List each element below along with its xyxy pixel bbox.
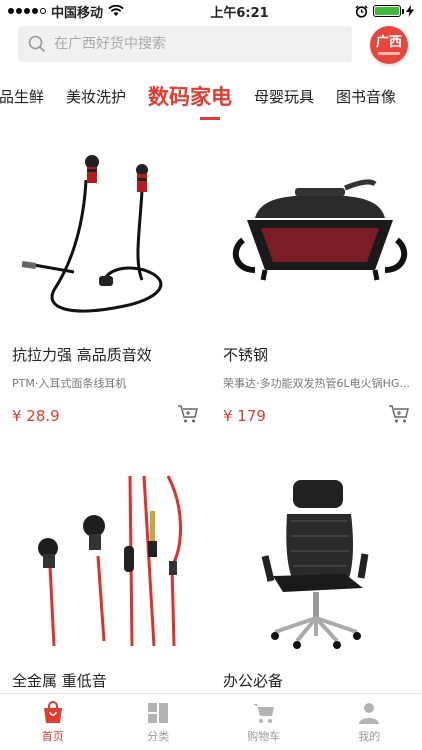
search-input[interactable] [54, 36, 334, 52]
status-bar-left: 中国移动 [8, 2, 124, 21]
add-to-cart-icon[interactable] [177, 404, 199, 424]
office-chair-product-image [261, 480, 369, 649]
nav-categories[interactable]: 分类 [106, 694, 212, 750]
category-grid-icon [148, 702, 169, 723]
product-subtitle: 荣事达·多功能双发热管6L电火锅HG... [223, 377, 410, 390]
nav-label: 我的 [358, 729, 381, 743]
shopping-cart-icon [252, 703, 274, 723]
product-title: 不锈钢 [223, 346, 269, 364]
nav-home[interactable]: 首页 [0, 694, 106, 750]
product-price: ¥ 28.9 [12, 407, 60, 425]
region-underline [378, 52, 400, 55]
app-screen: 中国移动 上午6:21 广西 [0, 0, 422, 750]
charging-icon [405, 5, 414, 17]
product-card[interactable]: 抗拉力强 高品质音效 PTM·入耳式面条线耳机 ¥ 28.9 [0, 130, 211, 430]
product-subtitle: PTM·入耳式面条线耳机 [12, 377, 127, 390]
clock: 上午6:21 [210, 5, 269, 21]
hot-pot-product-image [232, 179, 408, 281]
shopping-bag-icon [43, 700, 62, 723]
nav-cart[interactable]: 购物车 [211, 694, 317, 750]
user-icon [359, 702, 380, 724]
search-icon [28, 35, 46, 53]
status-bar-right [355, 4, 414, 18]
signal-strength-icon [8, 8, 46, 14]
nav-label: 分类 [147, 729, 170, 743]
product-title: 办公必备 [223, 672, 284, 690]
category-tabs-scroller[interactable]: 食品生鲜 美妆洗护 数码家电 母婴玩具 图书音像 [0, 76, 396, 116]
nav-profile[interactable]: 我的 [317, 694, 422, 750]
wifi-icon [108, 5, 124, 16]
region-label: 广西 [375, 35, 402, 50]
tab-books-media[interactable]: 图书音像 [336, 86, 396, 107]
bottom-tab-bar: 首页 分类 购物车 我的 [0, 693, 422, 750]
status-bar: 中国移动 上午6:21 [0, 0, 422, 22]
product-card[interactable]: 不锈钢 荣事达·多功能双发热管6L电火锅HG... ¥ 179 [211, 130, 422, 430]
tab-food-fresh[interactable]: 食品生鲜 [0, 86, 44, 107]
battery-icon [372, 5, 404, 17]
nav-label: 购物车 [247, 729, 281, 743]
tab-baby-toys[interactable]: 母婴玩具 [254, 86, 314, 107]
search-bar[interactable] [18, 26, 352, 62]
alarm-icon [355, 4, 368, 18]
tab-digital-appliances[interactable]: 数码家电 [148, 81, 232, 111]
nav-label: 首页 [41, 729, 64, 743]
product-title: 全金属 重低音 [12, 672, 107, 690]
carrier-label: 中国移动 [51, 5, 104, 21]
tab-beauty-care[interactable]: 美妆洗护 [66, 86, 126, 107]
product-title: 抗拉力强 高品质音效 [12, 346, 152, 364]
add-to-cart-icon[interactable] [388, 404, 410, 424]
earphones-product-image [21, 155, 163, 313]
active-tab-indicator [200, 117, 220, 120]
product-price: ¥ 179 [223, 407, 266, 425]
metal-earphones-product-image [38, 475, 182, 647]
region-selector-button[interactable]: 广西 [370, 26, 408, 64]
category-tabs: 食品生鲜 美妆洗护 数码家电 母婴玩具 图书音像 [0, 76, 422, 120]
